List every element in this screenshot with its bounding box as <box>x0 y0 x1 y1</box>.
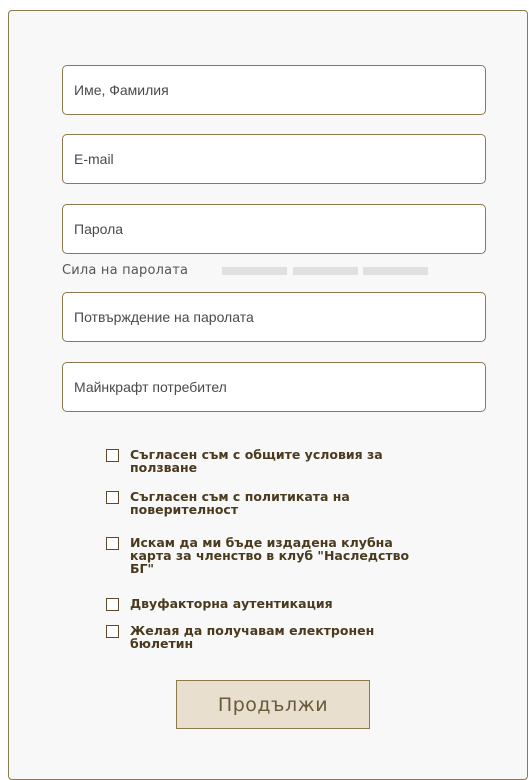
privacy-checkbox-row[interactable]: Съгласен съм с политиката на поверително… <box>106 490 436 516</box>
two-factor-checkbox-label: Двуфакторна аутентикация <box>130 596 333 611</box>
password-strength-bar-1 <box>222 267 287 275</box>
password-input[interactable] <box>62 204 486 254</box>
two-factor-checkbox-row[interactable]: Двуфакторна аутентикация <box>106 597 436 611</box>
password-strength-bar-2 <box>293 267 358 275</box>
continue-button[interactable]: Продължи <box>176 680 370 729</box>
privacy-checkbox[interactable] <box>106 491 119 504</box>
newsletter-checkbox-label: Желая да получавам електронен бюлетин <box>130 623 375 651</box>
full-name-input[interactable] <box>62 65 486 115</box>
newsletter-checkbox[interactable] <box>106 625 119 638</box>
email-input[interactable] <box>62 134 486 184</box>
club-card-checkbox-row[interactable]: Искам да ми бъде издадена клубна карта з… <box>106 536 436 575</box>
password-strength-label: Сила на паролата <box>62 263 189 278</box>
privacy-checkbox-label: Съгласен съм с политиката на поверително… <box>130 489 350 517</box>
club-card-checkbox-label: Искам да ми бъде издадена клубна карта з… <box>130 535 410 576</box>
two-factor-checkbox[interactable] <box>106 598 119 611</box>
password-strength-bar-3 <box>363 267 428 275</box>
newsletter-checkbox-row[interactable]: Желая да получавам електронен бюлетин <box>106 624 436 650</box>
terms-checkbox[interactable] <box>106 449 119 462</box>
terms-checkbox-label: Съгласен съм с общите условия за ползван… <box>130 447 383 475</box>
club-card-checkbox[interactable] <box>106 537 119 550</box>
confirm-password-input[interactable] <box>62 292 486 342</box>
minecraft-username-input[interactable] <box>62 362 486 412</box>
terms-checkbox-row[interactable]: Съгласен съм с общите условия за ползван… <box>106 448 436 474</box>
